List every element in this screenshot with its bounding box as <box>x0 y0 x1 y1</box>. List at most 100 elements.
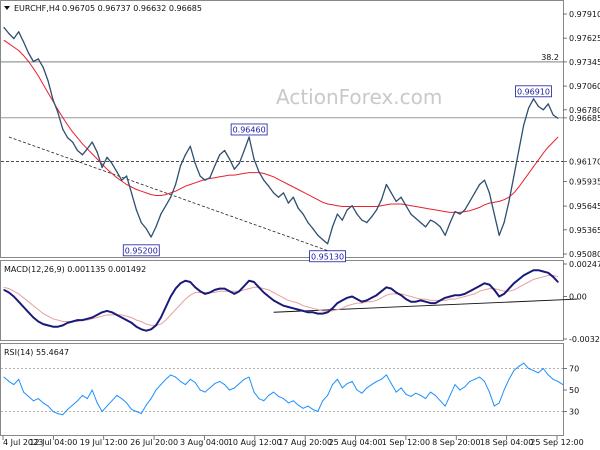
macd-point <box>268 295 270 298</box>
price-point <box>199 175 201 177</box>
price-point <box>224 149 226 152</box>
moving-average-point <box>474 208 476 210</box>
rsi-point <box>518 365 520 367</box>
macd-point <box>287 306 290 308</box>
macd-signal-point <box>332 310 333 312</box>
rsi-point <box>253 391 255 393</box>
rsi-point <box>165 378 167 380</box>
collapse-triangle-icon[interactable] <box>4 6 10 10</box>
rsi-point <box>62 414 64 416</box>
macd-signal-point <box>405 294 407 296</box>
macd-axis-ticks: 0.002471 0.00 -0.003235 <box>563 260 600 344</box>
macd-point <box>272 299 275 302</box>
macd-point <box>32 316 35 319</box>
price-point <box>454 211 456 213</box>
macd-point <box>351 295 353 298</box>
price-point <box>415 217 417 219</box>
moving-average-point <box>175 190 177 192</box>
rsi-point <box>238 383 240 385</box>
rsi-point <box>405 393 407 395</box>
moving-average-point <box>116 177 118 179</box>
rsi-point <box>224 384 226 386</box>
price-tick-label: 0.96685 <box>569 114 600 123</box>
price-point <box>184 154 186 156</box>
macd-signal-point <box>557 276 559 278</box>
macd-point <box>101 311 103 313</box>
price-point <box>253 158 255 160</box>
moving-average-point <box>312 196 314 198</box>
macd-header: MACD(12,26,9) 0.001135 0.001492 <box>4 265 146 274</box>
price-tick-label: 0.95935 <box>569 177 600 186</box>
rsi-point <box>479 376 481 378</box>
moving-average-point <box>332 204 333 206</box>
macd-point <box>341 299 343 302</box>
rsi-point <box>131 408 132 410</box>
macd-signal-point <box>145 323 147 325</box>
moving-average-point <box>3 39 5 41</box>
macd-point <box>542 270 544 273</box>
price-point <box>23 41 25 43</box>
rsi-point <box>371 384 373 386</box>
macd-point <box>449 295 451 298</box>
price-point <box>145 228 147 230</box>
moving-average-point <box>425 207 426 209</box>
rsi-point <box>547 374 549 376</box>
price-point <box>376 209 378 211</box>
moving-average-point <box>47 92 49 94</box>
macd-signal-point <box>3 286 5 288</box>
price-point <box>194 162 196 164</box>
macd-point <box>258 286 260 288</box>
price-point <box>351 205 353 207</box>
macd-point <box>547 272 549 274</box>
price-point <box>307 222 309 224</box>
macd-point <box>532 269 535 271</box>
price-tick-label: 0.95365 <box>569 226 600 235</box>
moving-average-point <box>538 159 539 161</box>
price-point <box>542 109 544 111</box>
moving-average-point <box>381 205 382 207</box>
rsi-point <box>248 376 250 378</box>
macd-signal-point <box>484 289 485 291</box>
rsi-point <box>77 400 78 402</box>
macd-point <box>130 322 133 324</box>
moving-average-point <box>28 61 29 62</box>
moving-average-point <box>307 194 309 196</box>
macd-point <box>518 278 520 281</box>
price-point <box>233 168 235 170</box>
macd-signal-point <box>322 310 324 312</box>
rsi-point <box>150 398 152 400</box>
rsi-point <box>341 387 343 389</box>
moving-average-point <box>42 84 44 85</box>
macd-signal-point <box>302 305 304 307</box>
price-point <box>52 99 54 101</box>
macd-signal-point <box>170 314 172 316</box>
rsi-point <box>180 380 181 382</box>
moving-average-point <box>552 141 554 143</box>
macd-signal-point <box>390 293 392 295</box>
rsi-point <box>219 380 221 382</box>
rsi-point <box>214 383 216 385</box>
moving-average-point <box>180 188 181 190</box>
macd-signal-point <box>356 302 358 304</box>
macd-point <box>380 290 383 292</box>
moving-average-point <box>234 174 235 176</box>
macd-signal-point <box>538 277 539 279</box>
rsi-point <box>366 387 368 389</box>
rsi-point <box>312 408 314 410</box>
moving-average-point <box>165 194 167 196</box>
price-line <box>3 27 559 245</box>
price-point <box>135 209 137 211</box>
moving-average-point <box>547 146 549 148</box>
rsi-point <box>513 370 515 372</box>
moving-average-point <box>410 205 412 207</box>
macd-signal-point <box>13 290 15 292</box>
rsi-point <box>42 402 44 404</box>
macd-signal-point <box>513 289 515 291</box>
moving-average-point <box>136 189 137 190</box>
rsi-point <box>444 405 446 407</box>
moving-average-point <box>513 192 515 194</box>
moving-average-point <box>439 210 441 212</box>
rsi-point <box>528 368 530 369</box>
price-tick-label: 0.97345 <box>569 58 600 67</box>
rsi-point <box>523 362 525 364</box>
